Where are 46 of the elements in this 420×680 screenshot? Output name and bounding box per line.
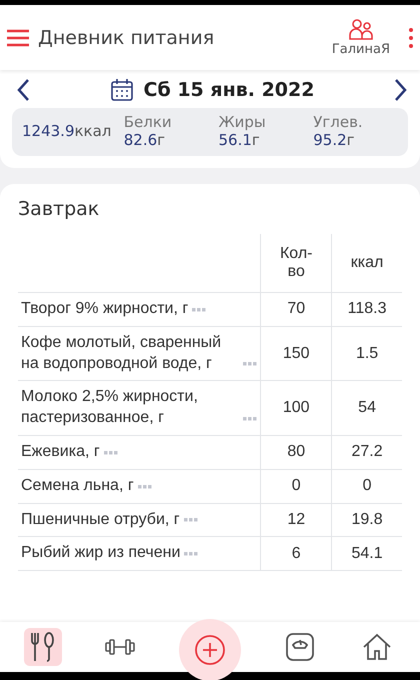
add-icon xyxy=(194,634,226,666)
food-name[interactable]: Молоко 2,5% жирности, пастеризованное, г xyxy=(21,387,240,429)
profile-name[interactable]: ГалинаЯ xyxy=(332,42,390,57)
calories-cell: 19.8 xyxy=(352,510,383,528)
quantity-cell[interactable]: 100 xyxy=(282,399,310,416)
more-vert-icon[interactable] xyxy=(408,26,414,48)
date-label[interactable]: Сб 15 янв. 2022 xyxy=(144,79,314,101)
food-name[interactable]: Пшеничные отруби, г xyxy=(21,510,180,530)
fork-spoon-icon xyxy=(30,632,56,662)
food-name[interactable]: Кофе молотый, сваренный на водопроводной воде, г xyxy=(21,332,240,374)
quantity-cell[interactable]: 6 xyxy=(292,544,301,562)
column-header: ккал xyxy=(350,254,384,272)
macro-label: Белки xyxy=(124,113,173,131)
calories-cell: 0 xyxy=(362,477,372,494)
macro-value: 82.6г xyxy=(124,131,166,149)
calories-total: 1243.9ккал xyxy=(22,122,112,140)
macro-value: 95.2г xyxy=(313,131,356,149)
app-title: Дневник питания xyxy=(38,26,216,48)
nav-tab[interactable] xyxy=(24,628,62,666)
people-icon[interactable] xyxy=(348,18,374,40)
macro-value: 56.1г xyxy=(218,131,261,149)
calories-cell: 27.2 xyxy=(352,443,383,460)
quantity-cell[interactable]: 80 xyxy=(287,443,306,460)
quantity-cell[interactable]: 12 xyxy=(287,510,306,528)
chevron-left-icon[interactable] xyxy=(16,78,30,102)
scale-icon xyxy=(284,632,315,662)
quantity-cell[interactable]: 70 xyxy=(287,300,306,318)
quantity-cell[interactable]: 150 xyxy=(282,344,310,362)
food-name[interactable]: Рыбий жир из печени xyxy=(21,543,180,564)
column-header: Кол-во xyxy=(278,245,314,281)
food-name[interactable]: Творог 9% жирности, г xyxy=(21,299,188,320)
macro-label: Жиры xyxy=(218,113,267,131)
home-icon xyxy=(362,633,392,661)
meal-title: Завтрак xyxy=(18,198,100,220)
food-name[interactable]: Ежевика, г xyxy=(21,442,100,463)
food-name[interactable]: Семена льна, г xyxy=(21,476,134,497)
calendar-icon[interactable] xyxy=(110,78,134,102)
menu-icon[interactable] xyxy=(6,28,30,46)
chevron-right-icon[interactable] xyxy=(394,78,408,102)
calories-cell: 54.1 xyxy=(352,544,383,562)
quantity-cell[interactable]: 0 xyxy=(292,477,301,494)
calories-cell: 1.5 xyxy=(356,344,378,362)
calories-cell: 118.3 xyxy=(348,300,386,318)
calories-cell: 54 xyxy=(358,399,376,416)
macro-label: Углев. xyxy=(313,113,364,131)
dumbbell-icon xyxy=(105,638,136,656)
